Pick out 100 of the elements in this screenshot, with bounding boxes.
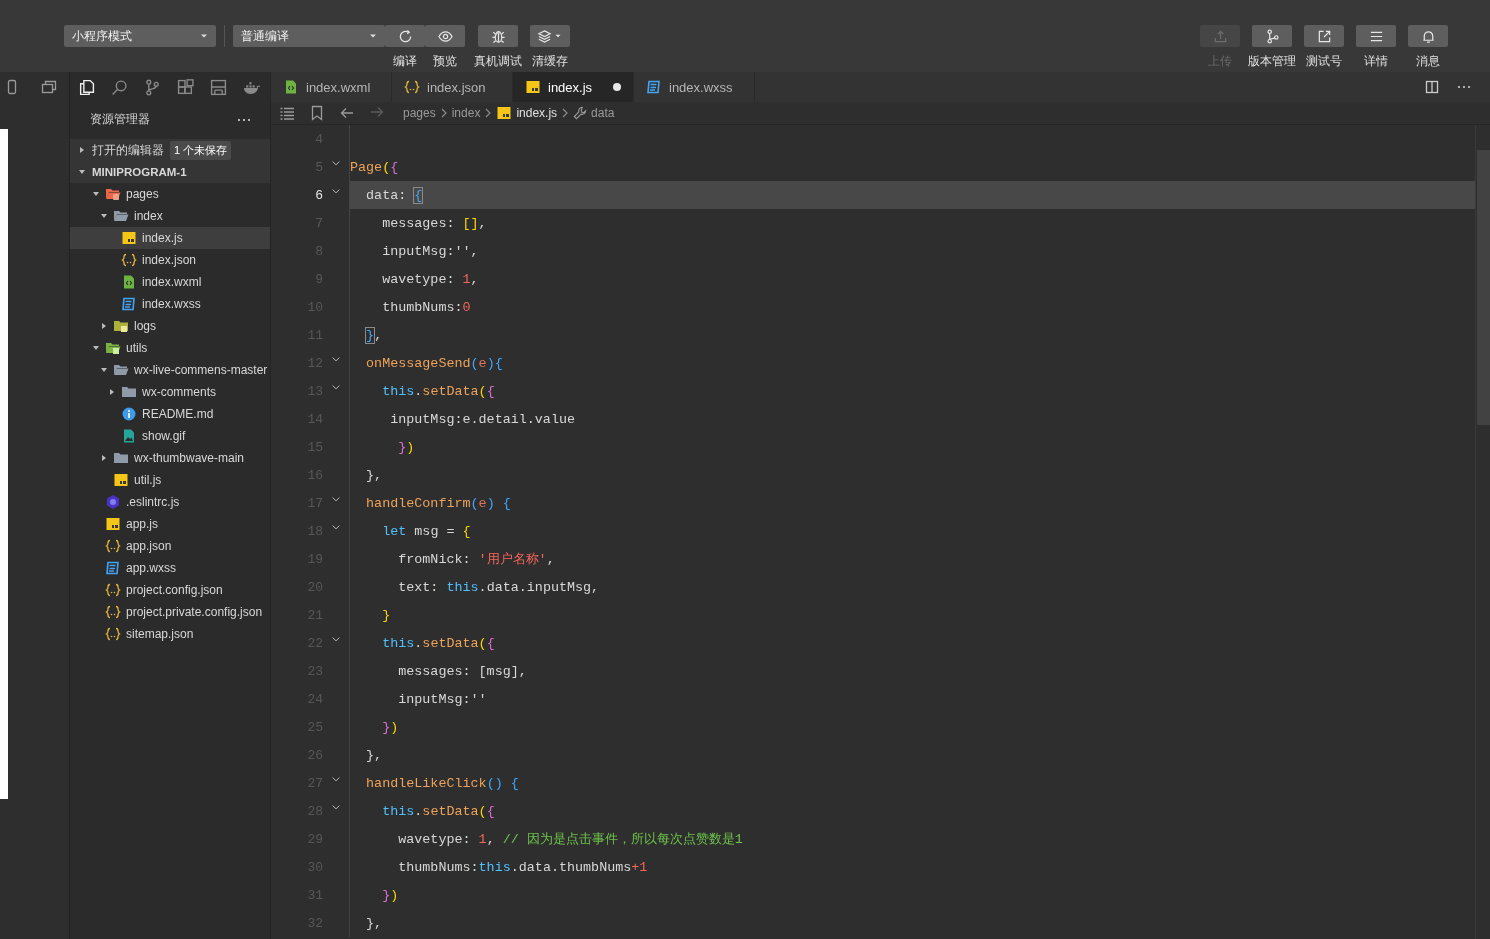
caret-down-icon[interactable] bbox=[78, 168, 86, 176]
tool-label: 消息 bbox=[1416, 53, 1440, 70]
breadcrumb-item[interactable]: pages bbox=[403, 106, 436, 120]
tree-item[interactable]: pages bbox=[70, 183, 270, 205]
outline-list-icon[interactable] bbox=[279, 105, 295, 121]
file-tab[interactable]: index.wxss bbox=[634, 72, 755, 102]
caret-down-icon[interactable] bbox=[92, 190, 100, 198]
js-file-icon bbox=[113, 472, 129, 488]
folder-icon bbox=[113, 450, 129, 466]
open-folder-icon bbox=[113, 208, 129, 224]
open-folder-icon bbox=[113, 362, 129, 378]
tree-item[interactable]: app.json bbox=[70, 535, 270, 557]
open-folder-icon bbox=[105, 340, 121, 356]
layers-button[interactable] bbox=[530, 25, 570, 47]
code-line: this.setData({ bbox=[381, 635, 495, 651]
external-link-icon bbox=[1316, 28, 1332, 44]
folder-icon bbox=[113, 318, 129, 334]
mode-dropdown[interactable]: 小程序模式 bbox=[64, 25, 216, 47]
section-header[interactable]: MINIPROGRAM-1 bbox=[70, 161, 270, 183]
storage-icon[interactable] bbox=[210, 78, 227, 96]
caret-right-icon[interactable] bbox=[100, 322, 108, 330]
tree-item[interactable]: .eslintrc.js bbox=[70, 491, 270, 513]
files-icon[interactable] bbox=[78, 78, 95, 96]
code-line: }) bbox=[381, 719, 399, 735]
code-line: let msg = { bbox=[381, 523, 471, 539]
tree-item[interactable]: index.wxml bbox=[70, 271, 270, 293]
compile-dropdown[interactable]: 普通编译 bbox=[233, 25, 385, 47]
bookmark-icon[interactable] bbox=[309, 105, 325, 121]
tree-item[interactable]: show.gif bbox=[70, 425, 270, 447]
eye-button[interactable] bbox=[425, 25, 465, 47]
tree-item[interactable]: logs bbox=[70, 315, 270, 337]
section-header[interactable]: 打开的编辑器 1 个未保存 bbox=[70, 139, 270, 161]
code-line: } bbox=[381, 607, 391, 623]
open-folder-icon bbox=[105, 186, 121, 202]
bug-button[interactable] bbox=[478, 25, 518, 47]
tree-item[interactable]: wx-comments bbox=[70, 381, 270, 403]
caret-down-icon[interactable] bbox=[100, 366, 108, 374]
tree-item[interactable]: app.js bbox=[70, 513, 270, 535]
tree-item[interactable]: app.wxss bbox=[70, 557, 270, 579]
tree-item[interactable]: wx-live-commens-master bbox=[70, 359, 270, 381]
overlapping-windows-icon[interactable] bbox=[41, 79, 57, 95]
code-line: handleLikeClick() { bbox=[365, 775, 519, 791]
tree-item[interactable]: index bbox=[70, 205, 270, 227]
js-file-icon bbox=[121, 230, 137, 246]
caret-right-icon[interactable] bbox=[100, 454, 108, 462]
wrench-icon bbox=[573, 106, 588, 120]
code-line: }, bbox=[365, 747, 383, 763]
caret-right-icon[interactable] bbox=[108, 388, 116, 396]
upload-icon bbox=[1212, 28, 1228, 44]
css-file-icon bbox=[121, 296, 137, 312]
tree-item[interactable]: index.js bbox=[70, 227, 270, 249]
file-tab[interactable]: index.js bbox=[513, 72, 634, 102]
menu-button[interactable] bbox=[1356, 25, 1396, 47]
caret-down-icon[interactable] bbox=[92, 344, 100, 352]
caret-down-icon[interactable] bbox=[100, 212, 108, 220]
tree-item[interactable]: project.private.config.json bbox=[70, 601, 270, 623]
back-arrow-icon[interactable] bbox=[339, 105, 355, 121]
external-link-button[interactable] bbox=[1304, 25, 1344, 47]
branch-button[interactable] bbox=[1252, 25, 1292, 47]
js-file-icon bbox=[496, 105, 513, 121]
tree-item[interactable]: project.config.json bbox=[70, 579, 270, 601]
tree-item[interactable]: sitemap.json bbox=[70, 623, 270, 645]
code-line: wavetype: 1, bbox=[381, 271, 479, 287]
code-line: inputMsg:e.detail.value bbox=[389, 411, 575, 427]
breadcrumb-item[interactable]: data bbox=[591, 106, 615, 120]
tool-label: 编译 bbox=[393, 53, 417, 70]
info-icon bbox=[121, 406, 137, 422]
css-file-icon bbox=[105, 560, 121, 576]
search-icon[interactable] bbox=[111, 78, 128, 96]
image-file-icon bbox=[121, 428, 137, 444]
code-line: Page({ bbox=[350, 159, 399, 175]
code-line: wavetype: 1, // 因为是点击事件，所以每次点赞数是1 bbox=[397, 831, 743, 848]
bell-button[interactable] bbox=[1408, 25, 1448, 47]
breadcrumb-item[interactable]: index bbox=[451, 106, 481, 120]
refresh-icon bbox=[397, 28, 413, 44]
extensions-icon[interactable] bbox=[177, 78, 194, 96]
chevron-right-icon bbox=[439, 108, 448, 118]
code-line: onMessageSend(e){ bbox=[365, 355, 503, 371]
braces-icon bbox=[105, 604, 121, 620]
file-tab[interactable]: index.wxml bbox=[271, 72, 392, 102]
caret-right-icon[interactable] bbox=[78, 146, 86, 154]
code-line: this.setData({ bbox=[381, 383, 495, 399]
tree-item[interactable]: util.js bbox=[70, 469, 270, 491]
tree-item[interactable]: index.json bbox=[70, 249, 270, 271]
code-line: messages: [], bbox=[381, 215, 487, 231]
tree-item[interactable]: utils bbox=[70, 337, 270, 359]
braces-icon bbox=[121, 252, 137, 268]
hexagon-icon bbox=[105, 494, 121, 510]
branch-icon[interactable] bbox=[144, 78, 161, 96]
tree-item[interactable]: wx-thumbwave-main bbox=[70, 447, 270, 469]
breadcrumb-item[interactable]: index.js bbox=[516, 106, 558, 120]
braces-icon bbox=[105, 626, 121, 642]
panel-title: 资源管理器 bbox=[90, 111, 150, 128]
code-line: handleConfirm(e) { bbox=[365, 495, 511, 511]
split-editor-icon[interactable] bbox=[1424, 79, 1440, 95]
eye-icon bbox=[437, 28, 453, 44]
tree-item[interactable]: README.md bbox=[70, 403, 270, 425]
tree-item[interactable]: index.wxss bbox=[70, 293, 270, 315]
tool-label: 详情 bbox=[1364, 53, 1388, 70]
bug-icon bbox=[490, 28, 506, 44]
